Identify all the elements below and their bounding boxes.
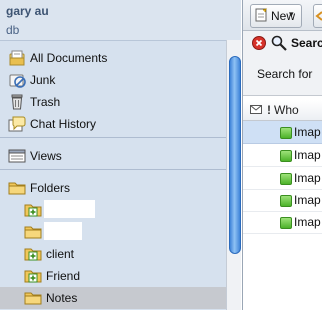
message-pane: New ▾ Search Search for ! Who I xyxy=(242,0,322,310)
chevron-down-icon: ▾ xyxy=(289,9,294,19)
sidebar-item-label: Junk xyxy=(30,73,56,87)
documents-icon xyxy=(9,50,25,66)
divider xyxy=(0,137,226,138)
message-source: Imap xyxy=(294,193,321,207)
sidebar-item-chat-history[interactable]: Chat History xyxy=(0,113,226,135)
sidebar-item-folders[interactable]: Folders xyxy=(0,177,226,199)
message-row[interactable]: Imap xyxy=(243,144,322,167)
sidebar-item-label: All Documents xyxy=(30,51,108,65)
close-search-icon[interactable] xyxy=(252,36,266,50)
sidebar-item-views[interactable]: Views xyxy=(0,145,226,167)
folder-icon xyxy=(24,292,42,305)
message-source: Imap xyxy=(294,171,321,185)
status-icon xyxy=(280,150,292,162)
account-name: gary au xyxy=(6,4,49,18)
sidebar-scrollbar[interactable] xyxy=(226,40,241,310)
new-button[interactable]: New ▾ xyxy=(250,4,302,28)
toolbar: New ▾ xyxy=(243,0,322,31)
folder-label: Friend xyxy=(46,269,81,283)
toolbar-button[interactable] xyxy=(313,4,322,28)
folder-label: client xyxy=(46,247,75,261)
account-header[interactable]: gary au db xyxy=(0,0,241,40)
divider xyxy=(0,169,226,170)
status-icon xyxy=(280,217,292,229)
search-for-label: Search for xyxy=(257,67,313,81)
views-icon xyxy=(8,149,26,163)
sidebar-item-label: Trash xyxy=(30,95,61,109)
status-icon xyxy=(280,195,292,207)
search-icon xyxy=(271,35,287,51)
message-source: Imap xyxy=(294,148,321,162)
new-document-icon xyxy=(255,8,267,22)
envelope-icon[interactable] xyxy=(250,105,262,114)
sidebar-item-label: Chat History xyxy=(30,117,97,131)
junk-icon xyxy=(9,74,26,88)
message-source: Imap xyxy=(294,215,321,229)
folder-item-client[interactable]: client xyxy=(0,243,226,265)
trash-icon xyxy=(11,94,23,110)
chat-history-icon xyxy=(8,116,26,132)
message-row[interactable]: Imap xyxy=(243,189,322,212)
sidebar-item-junk[interactable]: Junk xyxy=(0,69,226,91)
column-who[interactable]: Who xyxy=(274,103,299,117)
message-row[interactable]: Imap xyxy=(243,211,322,234)
sidebar-item-label: Views xyxy=(30,149,62,163)
scrollbar-cap xyxy=(226,0,241,40)
status-icon xyxy=(280,173,292,185)
folder-list: All Documents Junk Trash Chat History Vi… xyxy=(0,40,226,310)
sidebar-item-label: Folders xyxy=(30,181,71,195)
folder-item[interactable] xyxy=(0,221,226,243)
sidebar: gary au db All Documents Junk Trash Chat… xyxy=(0,0,241,310)
message-row[interactable]: Imap xyxy=(243,167,322,190)
folder-item-notes[interactable]: Notes xyxy=(0,287,226,309)
folder-item[interactable] xyxy=(0,199,226,221)
folder-icon xyxy=(24,226,42,239)
sidebar-item-trash[interactable]: Trash xyxy=(0,91,226,113)
scrollbar-thumb[interactable] xyxy=(229,56,241,254)
importance-icon[interactable]: ! xyxy=(267,103,271,117)
status-icon xyxy=(280,127,292,139)
folder-plus-icon xyxy=(24,204,42,217)
search-title: Search xyxy=(291,36,322,50)
search-bar: Search Search for xyxy=(243,31,322,96)
folder-label: Notes xyxy=(46,291,78,305)
folder-plus-icon xyxy=(24,248,42,261)
folder-item-friend[interactable]: Friend xyxy=(0,265,226,287)
message-source: Imap xyxy=(294,125,321,139)
account-subtitle: db xyxy=(6,23,20,37)
message-row[interactable]: Imap xyxy=(243,121,322,144)
folder-name-field[interactable] xyxy=(44,222,82,240)
folders-icon xyxy=(8,182,26,195)
sidebar-item-all-documents[interactable]: All Documents xyxy=(0,47,226,69)
folder-name-field[interactable] xyxy=(44,200,95,218)
message-list-header: ! Who xyxy=(243,100,322,121)
folder-plus-icon xyxy=(24,270,42,283)
reply-icon xyxy=(315,11,322,21)
